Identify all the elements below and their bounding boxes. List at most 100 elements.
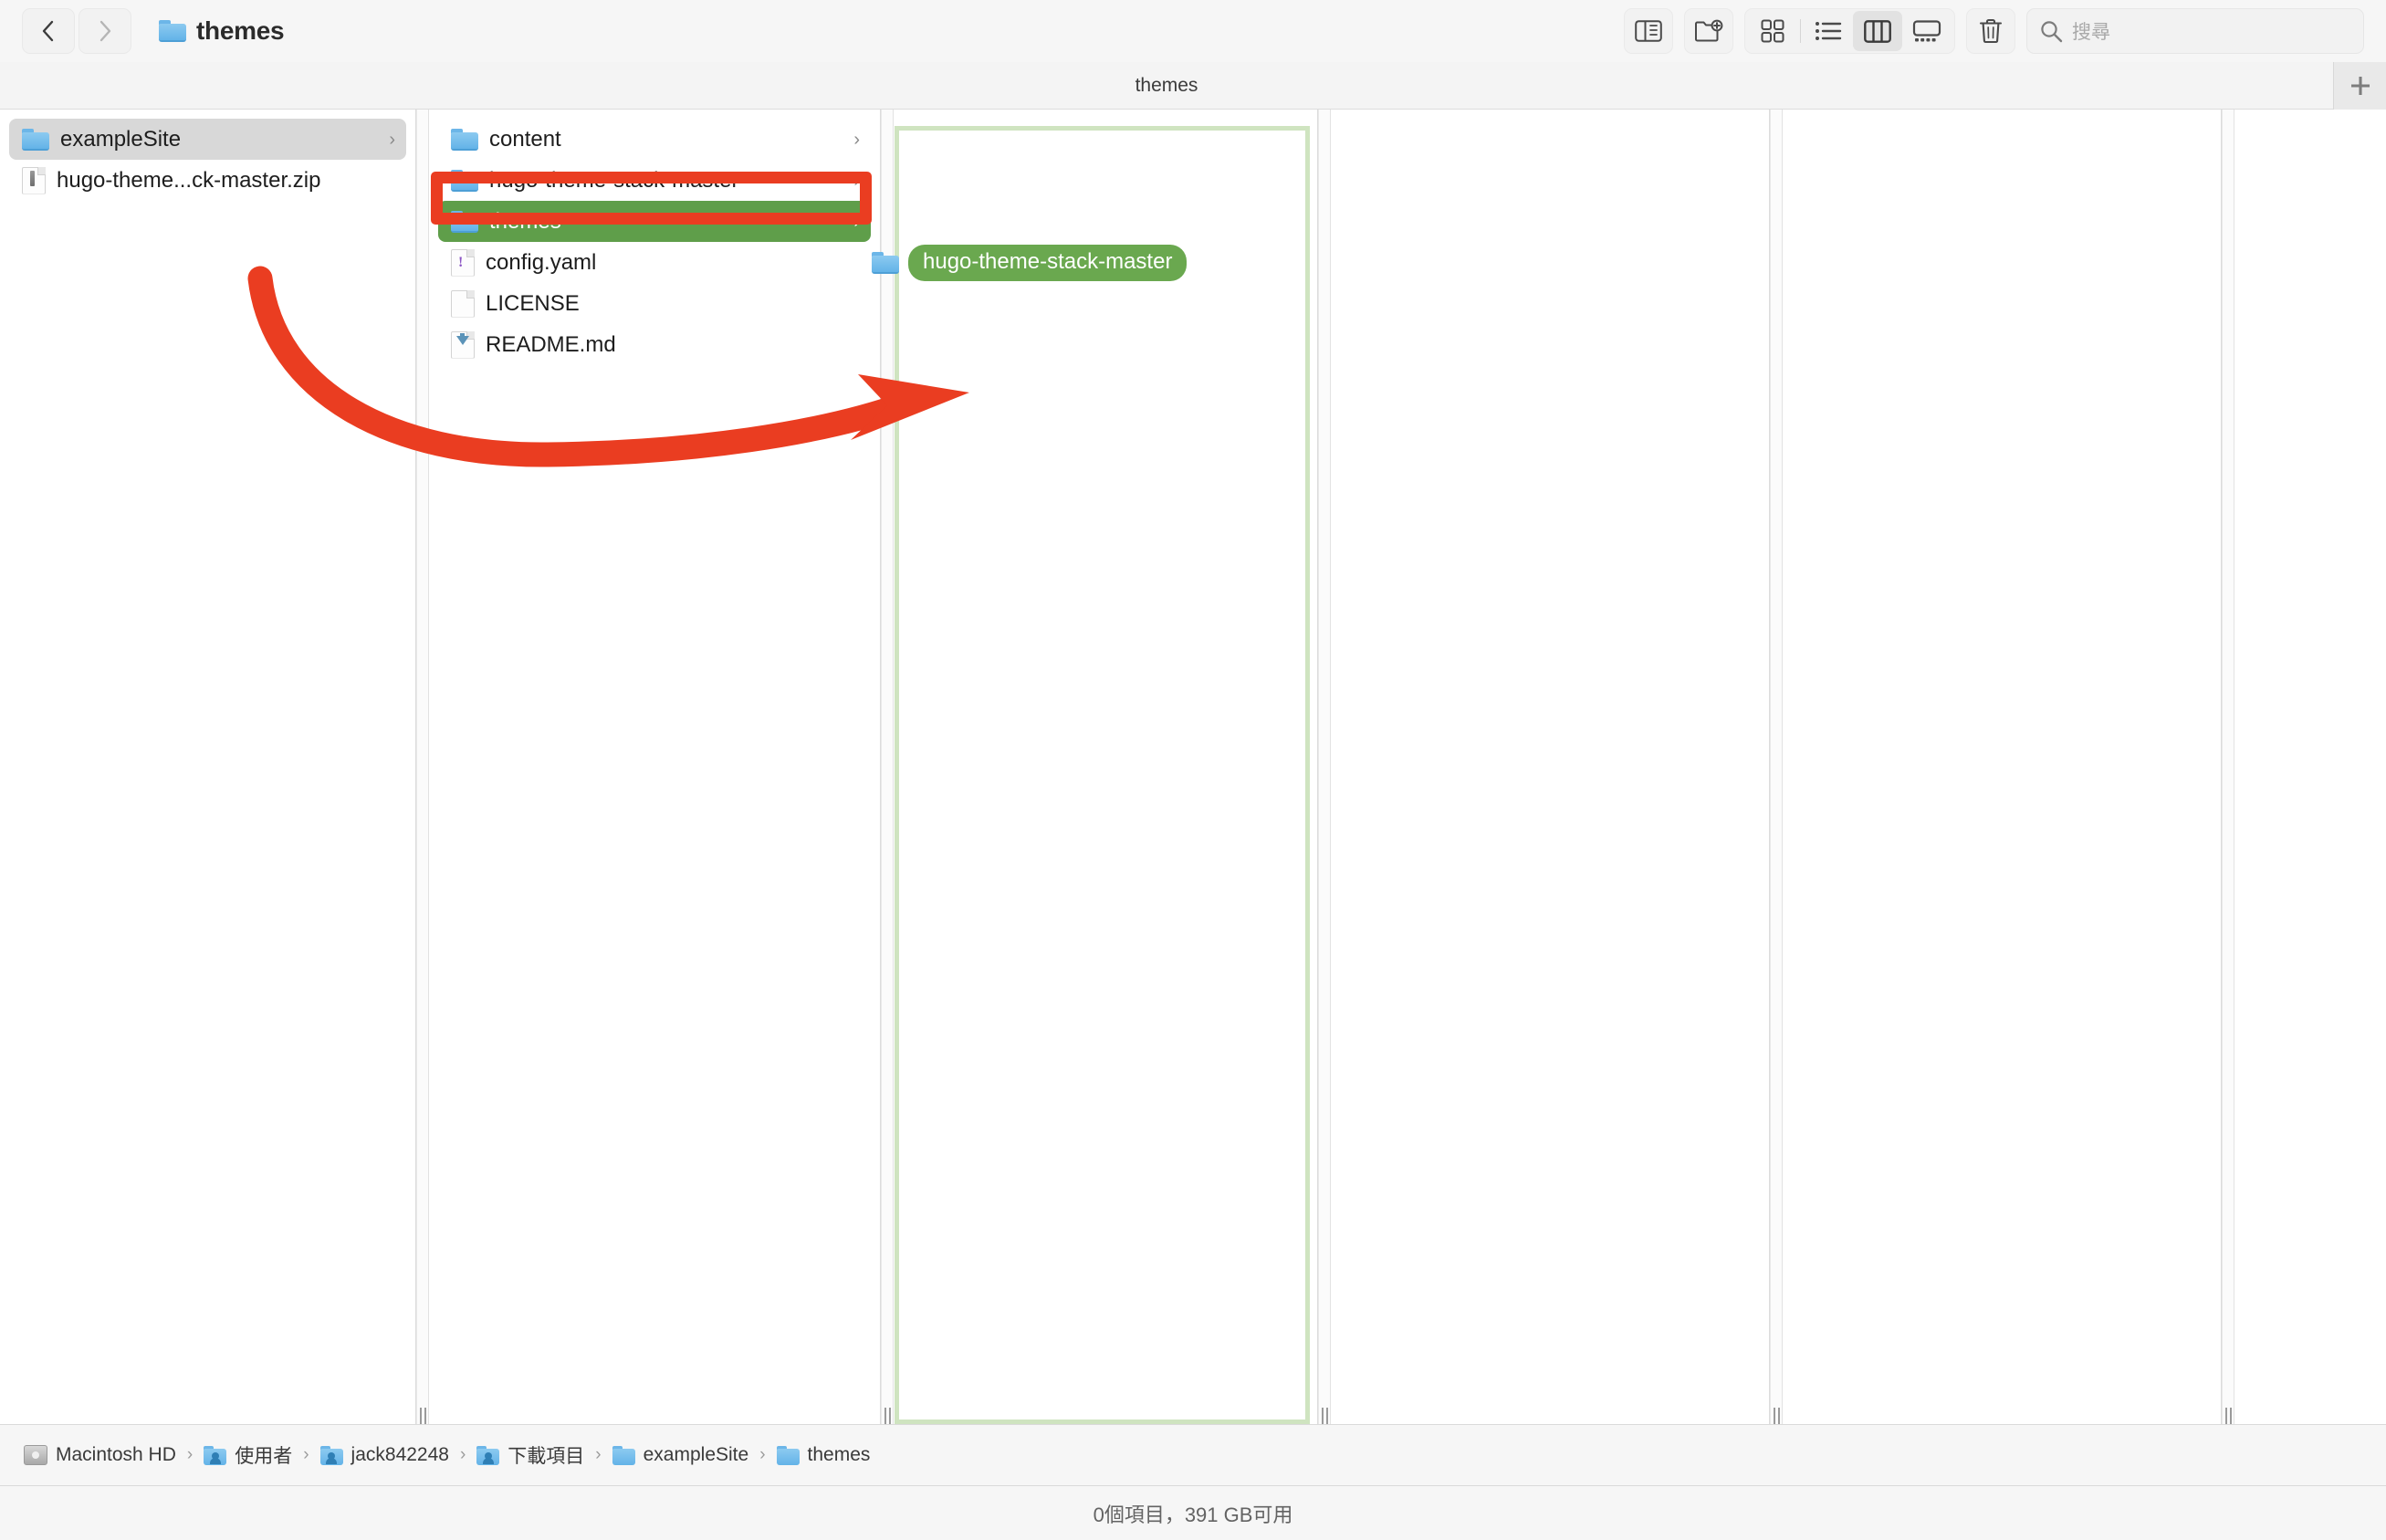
breadcrumb-label: 下載項目 — [508, 1446, 585, 1467]
tab-themes[interactable]: themes — [0, 62, 2333, 110]
finder-window: themes 搜尋 themes exampleSite › hugo-them… — [0, 0, 2386, 1540]
column-resize-handle[interactable] — [1770, 110, 1783, 1428]
breadcrumb-separator: › — [186, 1445, 194, 1464]
window-title-group: themes — [159, 16, 285, 46]
harddisk-icon — [24, 1445, 47, 1465]
markdown-file-icon — [451, 330, 475, 359]
status-text: 0個項目，391 GB可用 — [1093, 1503, 1293, 1526]
list-item-label: LICENSE — [486, 290, 580, 316]
list-item-hugo-theme-stack-master[interactable]: hugo-theme-stack-master › — [438, 160, 871, 201]
list-item[interactable]: exampleSite › — [9, 119, 406, 160]
plus-icon — [2350, 76, 2370, 95]
sidebar-toggle-button[interactable] — [1624, 8, 1673, 54]
list-item[interactable]: hugo-theme...ck-master.zip — [9, 160, 406, 201]
column-browser: exampleSite › hugo-theme...ck-master.zip… — [0, 110, 2386, 1428]
downloads-folder-icon — [476, 1445, 500, 1465]
column-6[interactable] — [2234, 110, 2386, 1424]
list-item[interactable]: content › — [438, 119, 871, 160]
folder-icon — [872, 252, 899, 274]
new-tab-button[interactable] — [2333, 61, 2386, 110]
zip-file-icon — [22, 166, 46, 194]
view-column-button[interactable] — [1853, 11, 1902, 51]
breadcrumb-separator: › — [595, 1445, 602, 1464]
breadcrumb-label: jack842248 — [351, 1444, 449, 1465]
column-resize-handle[interactable] — [416, 110, 429, 1428]
folder-icon — [159, 20, 186, 42]
delete-button[interactable] — [1966, 8, 2015, 54]
search-input[interactable]: 搜尋 — [2072, 17, 2110, 45]
tab-bar: themes — [0, 61, 2386, 110]
drag-ghost: hugo-theme-stack-master — [872, 245, 1188, 281]
folder-icon — [451, 169, 478, 192]
breadcrumb-item-downloads[interactable]: 下載項目 — [476, 1441, 584, 1469]
list-item[interactable]: README.md — [438, 324, 871, 365]
list-item-label: exampleSite — [60, 126, 182, 152]
status-bar: 0個項目，391 GB可用 — [0, 1485, 2386, 1540]
breadcrumb-item-users[interactable]: 使用者 — [204, 1441, 292, 1469]
list-item-label: content — [489, 126, 561, 152]
sidebar-toggle-icon — [1635, 20, 1662, 42]
breadcrumb-item-macintosh-hd[interactable]: Macintosh HD — [24, 1444, 176, 1466]
new-folder-icon — [1695, 19, 1723, 42]
breadcrumb: Macintosh HD › 使用者 › jack842248 › 下載項目 ›… — [0, 1424, 2386, 1485]
list-item-label: hugo-theme-stack-master — [489, 167, 739, 193]
column-resize-handle[interactable] — [2222, 110, 2234, 1428]
icon-view-icon — [1761, 19, 1784, 43]
list-item-label: config.yaml — [486, 249, 597, 275]
view-icon-button[interactable] — [1748, 11, 1797, 51]
folder-icon — [451, 128, 478, 151]
disclosure-chevron-icon: › — [853, 170, 860, 191]
breadcrumb-item-jack842248[interactable]: jack842248 — [319, 1444, 449, 1466]
forward-button[interactable] — [78, 8, 131, 54]
yaml-file-icon: ! — [451, 248, 475, 277]
breadcrumb-item-examplesite[interactable]: exampleSite — [612, 1444, 749, 1466]
column-view-icon — [1864, 19, 1891, 43]
column-3-themes[interactable] — [894, 110, 1317, 1424]
folder-icon — [451, 210, 478, 233]
trash-icon — [1979, 18, 2003, 44]
chevron-left-icon — [42, 20, 54, 42]
new-folder-button[interactable] — [1684, 8, 1733, 54]
disclosure-chevron-icon: › — [389, 129, 395, 150]
column-4[interactable] — [1331, 110, 1769, 1424]
back-button[interactable] — [22, 8, 75, 54]
list-item-label: README.md — [486, 331, 616, 357]
disclosure-chevron-icon: › — [853, 129, 860, 150]
search-icon — [2041, 20, 2063, 42]
list-item-label: hugo-theme...ck-master.zip — [57, 167, 321, 193]
breadcrumb-label: Macintosh HD — [56, 1444, 176, 1465]
folder-icon — [776, 1445, 800, 1465]
breadcrumb-item-themes[interactable]: themes — [776, 1444, 871, 1466]
breadcrumb-separator: › — [759, 1445, 766, 1464]
column-2[interactable]: content › hugo-theme-stack-master › them… — [429, 110, 880, 1424]
page-title: themes — [196, 16, 285, 45]
users-folder-icon — [204, 1445, 227, 1465]
column-1[interactable]: exampleSite › hugo-theme...ck-master.zip — [0, 110, 415, 1424]
view-mode-segmented-control — [1744, 8, 1955, 54]
list-item[interactable]: LICENSE — [438, 283, 871, 324]
nav-button-group — [22, 8, 131, 54]
segment-divider — [1800, 19, 1801, 43]
list-item[interactable]: ! config.yaml — [438, 242, 871, 283]
toolbar: themes 搜尋 — [0, 0, 2386, 62]
home-folder-icon — [319, 1445, 343, 1465]
list-item-themes[interactable]: themes › — [438, 201, 871, 242]
view-gallery-button[interactable] — [1902, 11, 1952, 51]
column-resize-handle[interactable] — [881, 110, 894, 1428]
view-list-button[interactable] — [1804, 11, 1853, 51]
column-resize-handle[interactable] — [1318, 110, 1331, 1428]
chevron-right-icon — [99, 20, 111, 42]
breadcrumb-label: 使用者 — [235, 1446, 293, 1467]
breadcrumb-separator: › — [459, 1445, 466, 1464]
disclosure-chevron-icon: › — [853, 211, 860, 232]
toolbar-right-group: 搜尋 — [1624, 8, 2364, 54]
folder-icon — [22, 128, 49, 151]
gallery-view-icon — [1912, 19, 1941, 41]
list-item-label: themes — [489, 208, 561, 234]
breadcrumb-label: themes — [807, 1444, 871, 1465]
column-5[interactable] — [1783, 110, 2221, 1424]
generic-file-icon — [451, 289, 475, 318]
list-view-icon — [1816, 22, 1842, 40]
breadcrumb-label: exampleSite — [643, 1444, 749, 1465]
search-field[interactable]: 搜尋 — [2026, 8, 2364, 54]
